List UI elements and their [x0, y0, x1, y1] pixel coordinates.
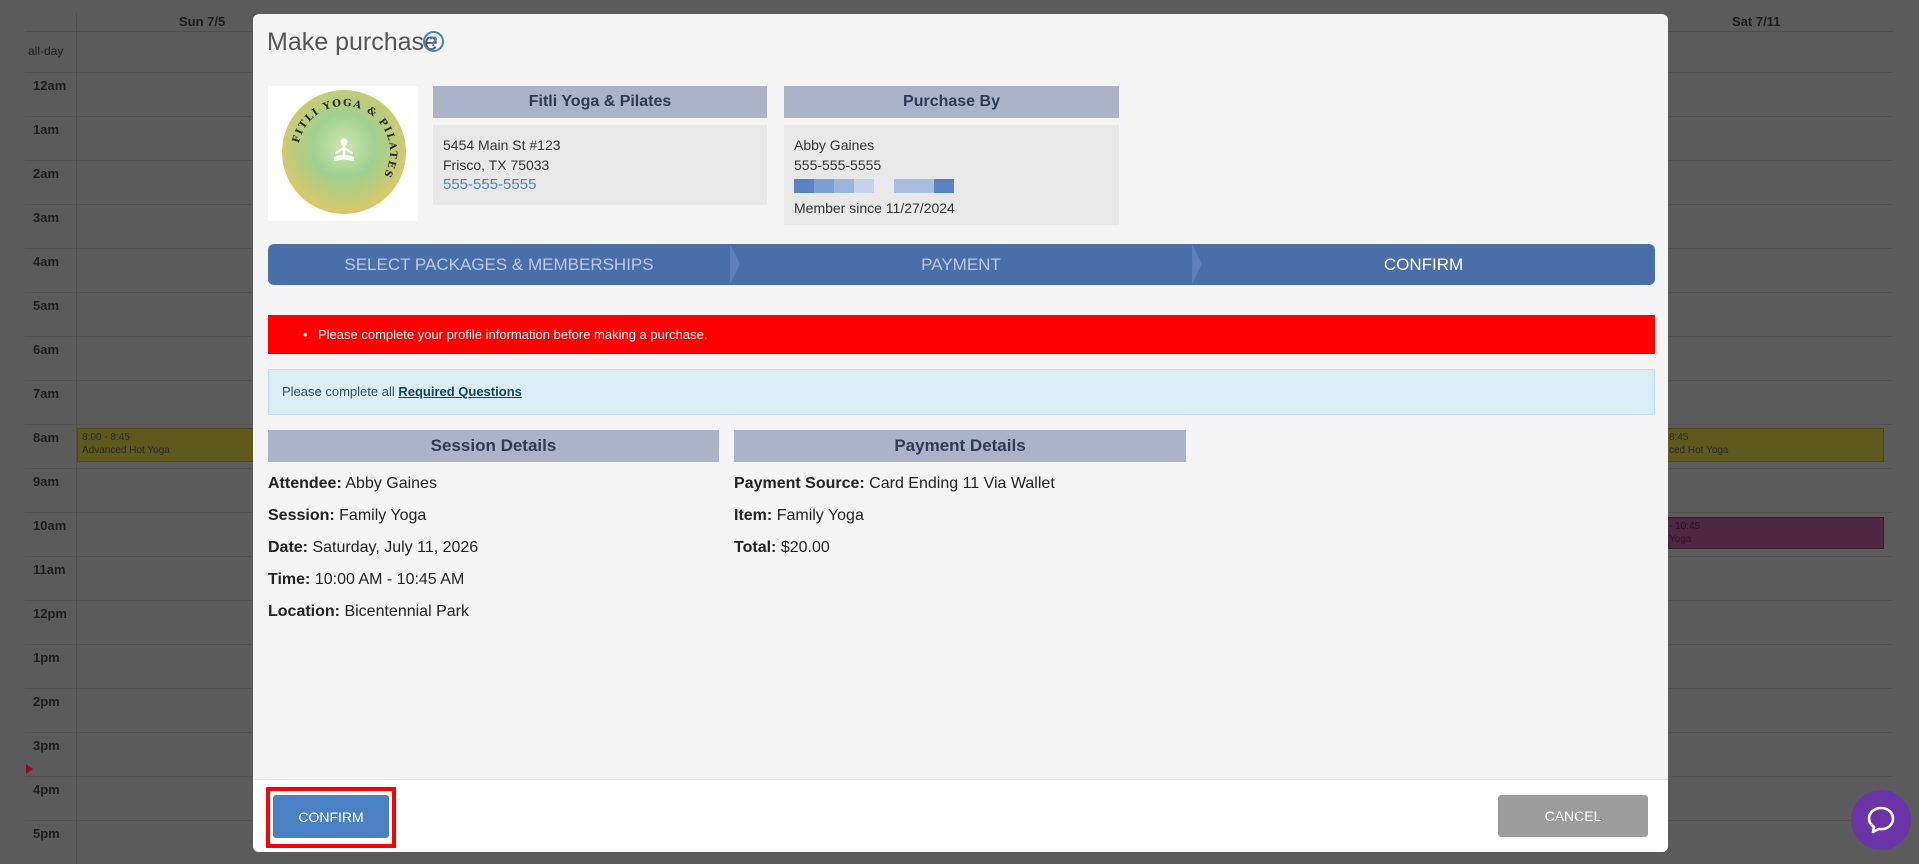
- detail-label: Attendee:: [268, 475, 342, 492]
- studio-address-line2: Frisco, TX 75033: [443, 157, 550, 173]
- step-separator: [730, 244, 740, 284]
- purchase-modal: Make purchase ? FITLI YOGA & PILATES Fit…: [253, 14, 1668, 852]
- hour-label: 4pm: [33, 782, 60, 797]
- session-location: Location: Bicentennial Park: [268, 603, 469, 621]
- payment-total: Total: $20.00: [734, 539, 830, 557]
- detail-value: Family Yoga: [339, 507, 427, 524]
- hour-label: 3am: [33, 210, 60, 225]
- purchaser-info: Abby Gaines 555-555-5555 Member since 11…: [784, 125, 1119, 225]
- bullet-icon: •: [303, 327, 308, 342]
- hour-label: 12pm: [33, 606, 67, 621]
- studio-phone-link[interactable]: 555-555-5555: [443, 175, 757, 195]
- studio-info: 5454 Main St #123 Frisco, TX 75033 555-5…: [433, 125, 767, 205]
- payment-item: Item: Family Yoga: [734, 507, 864, 525]
- hour-label: 1am: [33, 122, 60, 137]
- session-details-header: Session Details: [268, 430, 719, 462]
- confirm-button[interactable]: CONFIRM: [273, 795, 389, 838]
- step-payment[interactable]: PAYMENT: [730, 244, 1192, 285]
- event-title: Advanced Hot Yoga: [82, 445, 170, 456]
- hour-label: 12am: [33, 78, 67, 93]
- detail-value: $20.00: [780, 539, 830, 556]
- detail-value: Saturday, July 11, 2026: [312, 539, 479, 556]
- hour-label: 2pm: [33, 694, 60, 709]
- studio-address-line1: 5454 Main St #123: [443, 137, 561, 153]
- hour-label: 7am: [33, 386, 60, 401]
- current-time-marker: [26, 764, 33, 774]
- purchase-steps: SELECT PACKAGES & MEMBERSHIPS PAYMENT CO…: [268, 244, 1655, 285]
- studio-name-header: Fitli Yoga & Pilates: [433, 86, 767, 118]
- event-title: Yoga: [1669, 534, 1692, 545]
- hour-label: 5pm: [33, 826, 60, 841]
- calendar-event[interactable]: 8:45 ced Hot Yoga: [1660, 428, 1884, 462]
- hour-label: 6am: [33, 342, 60, 357]
- event-title: ced Hot Yoga: [1669, 445, 1729, 456]
- step-confirm[interactable]: CONFIRM: [1192, 244, 1655, 285]
- hour-label: 9am: [33, 474, 60, 489]
- required-questions-alert: Please complete all Required Questions: [268, 369, 1655, 415]
- member-since: Member since 11/27/2024: [794, 200, 955, 216]
- session-attendee: Attendee: Abby Gaines: [268, 475, 437, 493]
- hour-label: 5am: [33, 298, 60, 313]
- chat-widget-button[interactable]: [1851, 790, 1911, 850]
- hour-label: 8am: [33, 430, 60, 445]
- purchase-by-header: Purchase By: [784, 86, 1119, 118]
- cancel-button[interactable]: CANCEL: [1498, 795, 1648, 837]
- detail-label: Payment Source:: [734, 475, 865, 492]
- hour-label: 1pm: [33, 650, 60, 665]
- detail-label: Location:: [268, 603, 340, 620]
- detail-label: Session:: [268, 507, 335, 524]
- event-time: 8:00 - 8:45: [82, 432, 130, 443]
- purchaser-name: Abby Gaines: [794, 137, 875, 153]
- help-icon[interactable]: ?: [423, 31, 444, 52]
- detail-label: Date:: [268, 539, 309, 556]
- session-name: Session: Family Yoga: [268, 507, 426, 525]
- detail-value: Card Ending 11 Via Wallet: [869, 475, 1055, 492]
- detail-value: Abby Gaines: [345, 475, 437, 492]
- session-time: Time: 10:00 AM - 10:45 AM: [268, 571, 464, 589]
- info-message-prefix: Please complete all: [282, 384, 399, 399]
- calendar-event[interactable]: 8:00 - 8:45 Advanced Hot Yoga: [77, 428, 257, 462]
- step-separator: [1192, 244, 1202, 284]
- meditation-figure-icon: [329, 136, 359, 166]
- logo-circle: FITLI YOGA & PILATES: [282, 90, 406, 214]
- detail-label: Total:: [734, 539, 777, 556]
- hour-label: 10am: [33, 518, 67, 533]
- required-questions-link[interactable]: Required Questions: [398, 384, 522, 399]
- detail-label: Item:: [734, 507, 773, 524]
- payment-source: Payment Source: Card Ending 11 Via Walle…: [734, 475, 1055, 493]
- session-date: Date: Saturday, July 11, 2026: [268, 539, 478, 557]
- studio-logo: FITLI YOGA & PILATES: [268, 86, 418, 221]
- step-select-packages[interactable]: SELECT PACKAGES & MEMBERSHIPS: [268, 244, 730, 285]
- profile-error-alert: • Please complete your profile informati…: [268, 315, 1655, 354]
- day-header-sun[interactable]: Sun 7/5: [179, 14, 225, 29]
- calendar-event[interactable]: - 10:45 Yoga: [1660, 517, 1884, 549]
- event-time: - 10:45: [1669, 521, 1701, 532]
- detail-value: Bicentennial Park: [344, 603, 469, 620]
- detail-label: Time:: [268, 571, 311, 588]
- modal-title: Make purchase: [267, 28, 438, 56]
- chat-icon: [1867, 806, 1895, 834]
- hour-label: 3pm: [33, 738, 60, 753]
- payment-details-header: Payment Details: [734, 430, 1186, 462]
- hour-label: 11am: [33, 562, 66, 577]
- day-header-sat[interactable]: Sat 7/11: [1732, 14, 1780, 29]
- detail-value: 10:00 AM - 10:45 AM: [314, 571, 465, 588]
- detail-value: Family Yoga: [776, 507, 864, 524]
- error-message: Please complete your profile information…: [318, 327, 708, 342]
- hour-label: 2am: [33, 166, 60, 181]
- redacted-email: [794, 175, 1109, 198]
- purchaser-phone: 555-555-5555: [794, 157, 882, 173]
- event-time: 8:45: [1669, 432, 1689, 443]
- hour-label: 4am: [33, 254, 60, 269]
- modal-footer: CONFIRM CANCEL: [253, 779, 1668, 852]
